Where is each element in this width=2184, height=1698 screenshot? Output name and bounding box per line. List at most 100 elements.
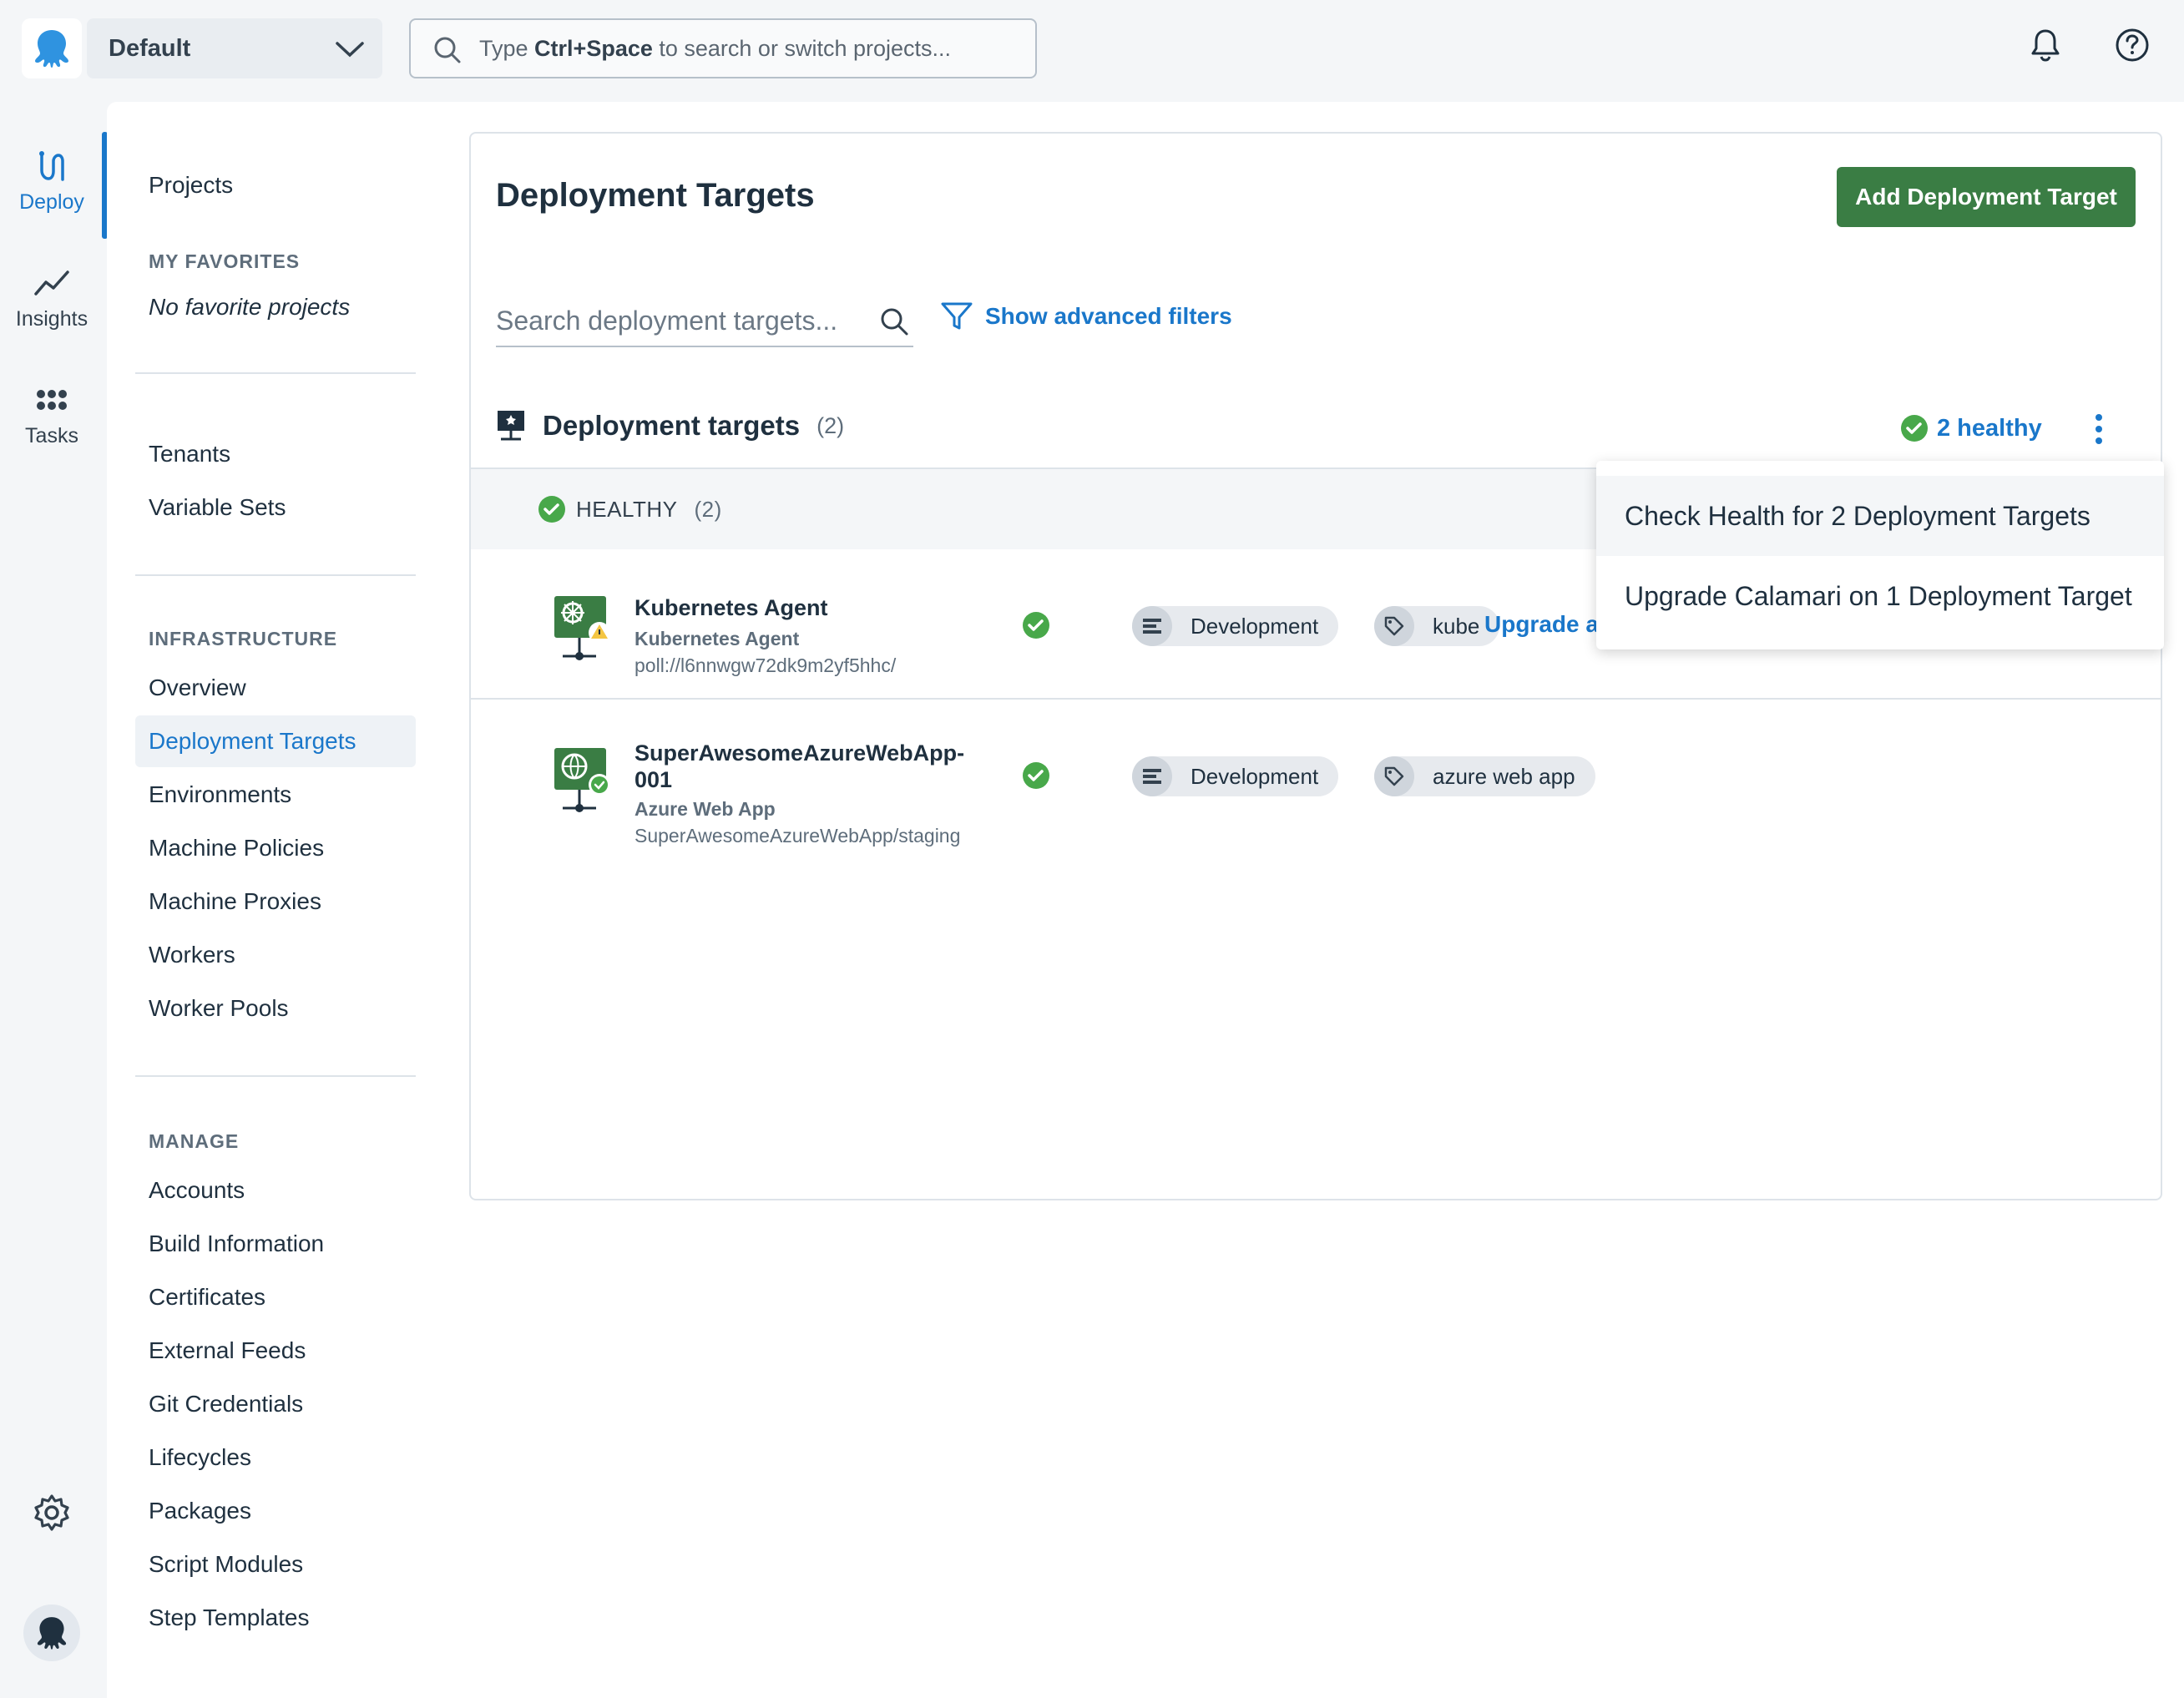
show-advanced-filters-link[interactable]: Show advanced filters [940,301,1232,332]
section-nav: Projects MY FAVORITES No favorite projec… [107,102,441,1698]
healthy-summary-text: 2 healthy [1937,414,2042,442]
environment-label: Development [1191,613,1319,639]
rail-item-tasks[interactable]: Tasks [0,382,104,448]
target-uri: poll://l6nnwgw72dk9m2yf5hhc/ [634,654,897,676]
nav-worker-pools[interactable]: Worker Pools [135,983,416,1034]
rail-item-deploy[interactable]: Deploy [0,149,104,215]
rail-label-insights: Insights [15,307,88,331]
rail-label-deploy: Deploy [19,190,84,214]
search-placeholder-prefix: Type [479,35,535,61]
group-count: (2) [694,496,722,522]
tag-icon [1374,756,1414,796]
octopus-logo-icon [35,30,68,68]
manage-heading: MANAGE [149,1130,240,1152]
advanced-filters-label: Show advanced filters [985,303,1232,329]
nav-machine-policies[interactable]: Machine Policies [135,822,416,874]
help-icon[interactable] [2114,27,2151,63]
nav-accounts[interactable]: Accounts [135,1165,416,1216]
deploy-icon [39,151,64,181]
target-search-placeholder: Search deployment targets... [496,306,838,336]
target-search-input[interactable]: Search deployment targets... [496,297,913,347]
main-content: Deployment Targets Add Deployment Target… [441,102,2184,1698]
gear-icon[interactable] [32,1493,72,1533]
infrastructure-heading: INFRASTRUCTURE [149,628,338,649]
section-count: (2) [816,412,845,438]
target-type: Azure Web App [634,798,776,820]
search-shortcut: Ctrl+Space [534,35,653,61]
menu-item-upgrade-calamari[interactable]: Upgrade Calamari on 1 Deployment Target [1596,556,2164,636]
rail-item-insights[interactable]: Insights [0,265,104,331]
kubernetes-target-icon [554,596,610,660]
tag-icon [1374,606,1414,646]
azure-web-app-icon [554,748,610,812]
project-search-input[interactable]: Type Ctrl+Space to search or switch proj… [409,18,1037,78]
nav-git-credentials[interactable]: Git Credentials [135,1378,416,1430]
nav-deployment-targets[interactable]: Deployment Targets [135,715,416,767]
section-title: Deployment targets [543,410,801,441]
octopus-logo[interactable] [22,18,82,78]
check-circle-icon [538,496,565,523]
search-icon [881,308,908,336]
chart-line-icon [34,270,69,296]
app-rail: Deploy Insights Tasks [0,102,108,1698]
nav-environments[interactable]: Environments [135,769,416,821]
grid-dots-icon [37,390,67,410]
nav-overview[interactable]: Overview [135,662,416,714]
nav-build-information[interactable]: Build Information [135,1218,416,1270]
environment-icon [1132,756,1172,796]
healthy-status-icon [1023,612,1049,639]
filter-icon [941,302,973,330]
space-name: Default [109,34,191,62]
target-type: Kubernetes Agent [634,628,800,649]
nav-certificates[interactable]: Certificates [135,1271,416,1323]
add-deployment-target-button[interactable]: Add Deployment Target [1837,167,2136,227]
favorites-heading: MY FAVORITES [149,250,301,272]
nav-script-modules[interactable]: Script Modules [135,1539,416,1590]
target-row[interactable]: SuperAwesomeAzureWebApp-001 Azure Web Ap… [471,700,2161,850]
target-uri: SuperAwesomeAzureWebApp/staging [634,825,961,846]
menu-item-check-health[interactable]: Check Health for 2 Deployment Targets [1596,476,2164,556]
octopus-avatar-icon [37,1617,67,1650]
rail-label-tasks: Tasks [25,424,78,447]
healthy-summary-link[interactable]: 2 healthy [1900,414,2042,442]
tag-chip[interactable]: azure web app [1374,756,1595,796]
nav-workers[interactable]: Workers [135,929,416,981]
target-name[interactable]: Kubernetes Agent [634,594,985,621]
healthy-status-icon [1023,762,1049,789]
tag-label: azure web app [1433,763,1575,789]
bell-icon[interactable] [2027,27,2064,63]
search-icon [434,37,461,63]
environment-icon [1132,606,1172,646]
nav-packages[interactable]: Packages [135,1485,416,1537]
target-name[interactable]: SuperAwesomeAzureWebApp-001 [634,740,985,793]
user-avatar[interactable] [23,1605,80,1661]
tag-chip[interactable]: kube [1374,606,1500,646]
nav-divider [135,574,416,576]
search-placeholder-suffix: to search or switch projects... [652,35,952,61]
tag-label: kube [1433,613,1480,639]
environment-chip[interactable]: Development [1132,606,1339,646]
bulk-actions-menu: Check Health for 2 Deployment Targets Up… [1596,461,2164,649]
nav-machine-proxies[interactable]: Machine Proxies [135,876,416,927]
check-circle-icon [1901,415,1928,442]
deployment-target-icon [498,411,524,441]
top-bar: Default Type Ctrl+Space to search or swi… [0,0,2184,102]
more-options-icon[interactable] [2089,412,2109,446]
space-selector[interactable]: Default [87,18,382,78]
environment-label: Development [1191,763,1319,789]
deployment-targets-card: Deployment Targets Add Deployment Target… [469,132,2162,1200]
favorites-empty-text: No favorite projects [149,294,351,320]
chevron-down-icon [336,42,364,58]
nav-tenants[interactable]: Tenants [135,428,416,480]
page-title: Deployment Targets [496,177,815,214]
nav-divider [135,372,416,374]
nav-step-templates[interactable]: Step Templates [135,1592,416,1644]
upgrade-link[interactable]: Upgrade av [1484,611,1612,638]
environment-chip[interactable]: Development [1132,756,1339,796]
nav-external-feeds[interactable]: External Feeds [135,1325,416,1377]
nav-divider [135,1075,416,1077]
group-label: HEALTHY [576,496,678,522]
nav-projects[interactable]: Projects [135,159,416,211]
nav-lifecycles[interactable]: Lifecycles [135,1432,416,1483]
nav-variable-sets[interactable]: Variable Sets [135,482,416,533]
